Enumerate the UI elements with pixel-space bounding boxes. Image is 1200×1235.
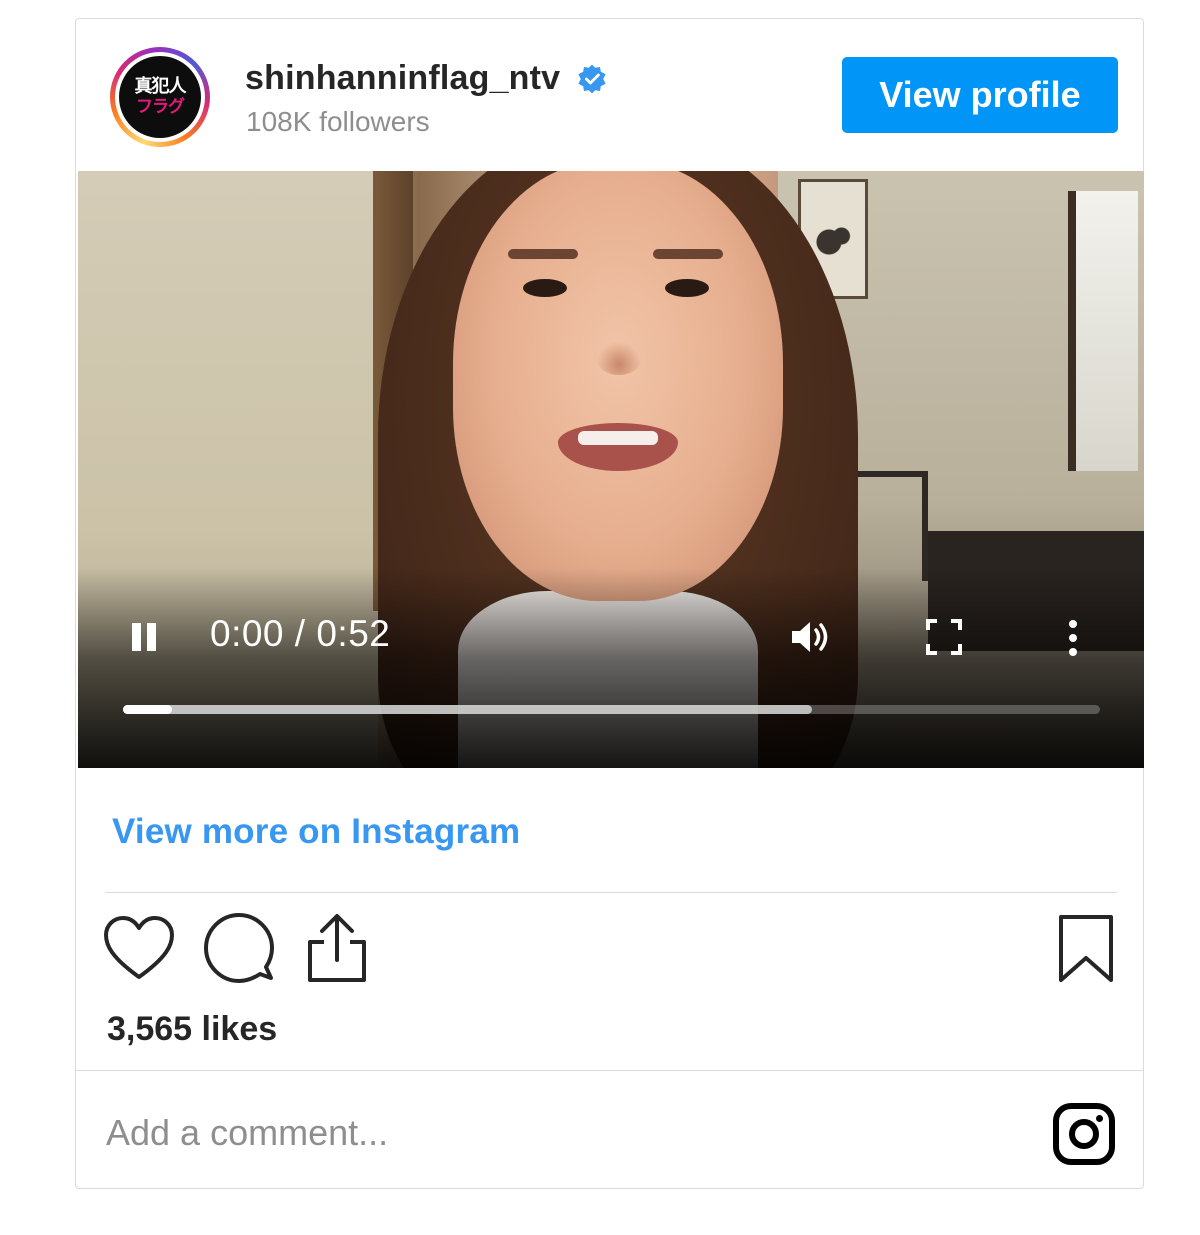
pause-button[interactable] [128, 620, 162, 654]
pause-icon [132, 623, 141, 651]
divider [76, 1070, 1143, 1071]
share-icon[interactable] [304, 912, 370, 984]
video-controls-overlay [78, 568, 1144, 768]
divider [105, 892, 1117, 893]
volume-icon[interactable] [788, 617, 834, 657]
avatar-logo-text-top: 真犯人 [134, 76, 187, 97]
avatar-gap: 真犯人 フラグ [115, 52, 205, 142]
username-link[interactable]: shinhanninflag_ntv [245, 59, 560, 98]
progress-played [123, 705, 172, 714]
view-profile-button[interactable]: View profile [842, 57, 1118, 133]
add-comment-input[interactable] [106, 1111, 986, 1155]
video-frame-person-face [453, 171, 783, 601]
video-frame-window [1068, 191, 1138, 471]
more-options-icon[interactable] [1063, 618, 1083, 658]
fullscreen-icon[interactable] [925, 618, 963, 656]
progress-buffered [123, 705, 812, 714]
comment-icon[interactable] [203, 912, 275, 984]
heart-icon[interactable] [103, 915, 175, 981]
post-header: 真犯人 フラグ shinhanninflag_ntv 108K follower… [76, 19, 1143, 171]
instagram-embed-card: 真犯人 フラグ shinhanninflag_ntv 108K follower… [75, 18, 1144, 1189]
bookmark-icon[interactable] [1056, 914, 1116, 984]
avatar-logo-text-bottom: フラグ [136, 97, 185, 117]
username-row: shinhanninflag_ntv [245, 59, 608, 98]
verified-badge-icon [578, 64, 606, 93]
instagram-logo-icon[interactable] [1052, 1102, 1116, 1166]
video-player[interactable]: 0:00 / 0:52 [78, 171, 1144, 768]
video-time-display: 0:00 / 0:52 [210, 613, 391, 654]
avatar-image: 真犯人 フラグ [119, 56, 201, 138]
like-count: 3,565 likes [107, 1010, 278, 1048]
view-more-on-instagram-link[interactable]: View more on Instagram [112, 812, 520, 852]
avatar[interactable]: 真犯人 フラグ [110, 47, 210, 147]
video-progress-bar[interactable] [123, 705, 1100, 714]
follower-count: 108K followers [246, 106, 430, 137]
